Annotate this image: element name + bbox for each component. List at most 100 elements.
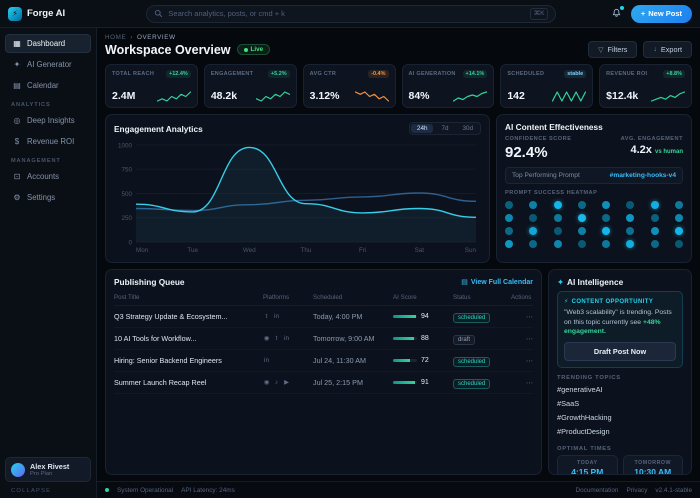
sidebar: ▦ Dashboard ✦ AI Generator ▤ Calendar AN… (0, 28, 97, 498)
trending-topic[interactable]: #SaaS (557, 397, 683, 411)
sidebar-item-label: Deep Insights (27, 116, 75, 125)
brand: ⚡ Forge AI (8, 7, 92, 21)
sidebar-item-ai-generator[interactable]: ✦ AI Generator (5, 55, 91, 74)
engagement-line-chart: 02505007501000MonTueWedThuFriSatSun (114, 139, 481, 255)
view-full-calendar-link[interactable]: ▤ View Full Calendar (461, 278, 533, 286)
breadcrumb-home[interactable]: HOME (105, 34, 126, 41)
plus-icon: + (641, 9, 645, 18)
export-label: Export (661, 45, 682, 54)
trending-topic[interactable]: #ProductDesign (557, 425, 683, 439)
forge-logo-icon: ⚡ (8, 7, 22, 21)
queue-row[interactable]: Hiring: Senior Backend Engineers in Jul … (114, 350, 533, 372)
app-title: Forge AI (27, 8, 65, 19)
privacy-link[interactable]: Privacy (626, 487, 647, 494)
optimal-time-tomorrow: TOMORROW 10:30 AM (623, 455, 684, 475)
global-search[interactable]: ⌘K (146, 5, 556, 23)
heatmap-cell (651, 201, 659, 209)
kpi-label: SCHEDULED (507, 71, 544, 77)
user-card[interactable]: Alex Rivest Pro Plan (5, 457, 91, 482)
row-actions-button[interactable]: ⋯ (511, 356, 533, 365)
score-bar (393, 315, 417, 318)
svg-text:Sun: Sun (465, 247, 477, 254)
row-actions-button[interactable]: ⋯ (511, 312, 533, 321)
heatmap-cell (529, 240, 537, 248)
filters-button[interactable]: ▽ Filters (588, 41, 637, 58)
col-status: Status (453, 294, 507, 301)
tab-7d[interactable]: 7d (435, 124, 454, 133)
trending-topic[interactable]: #GrowthHacking (557, 411, 683, 425)
top-prompt-value[interactable]: #marketing-hooks-v4 (610, 172, 676, 179)
new-post-button[interactable]: + New Post (631, 5, 692, 23)
heatmap-cell (651, 214, 659, 222)
heatmap-cell (505, 201, 513, 209)
dashboard-icon: ▦ (12, 39, 22, 48)
breadcrumb-current: OVERVIEW (137, 34, 176, 41)
tab-30d[interactable]: 30d (456, 124, 479, 133)
row-actions-button[interactable]: ⋯ (511, 378, 533, 387)
kpi-delta-badge: +12.4% (166, 70, 191, 78)
queue-row[interactable]: Q3 Strategy Update & Ecosystem... tin To… (114, 306, 533, 328)
sidebar-item-calendar[interactable]: ▤ Calendar (5, 76, 91, 95)
avatar (11, 463, 25, 477)
queue-row[interactable]: 10 AI Tools for Workflow... ◉tin Tomorro… (114, 328, 533, 350)
confidence-value: 92.4% (505, 144, 571, 161)
prompt-success-heatmap (505, 201, 683, 248)
heatmap-cell (651, 240, 659, 248)
sidebar-item-dashboard[interactable]: ▦ Dashboard (5, 34, 91, 53)
scheduled-time: Today, 4:00 PM (313, 312, 389, 321)
platforms: in (263, 357, 309, 364)
col-scheduled: Scheduled (313, 294, 389, 301)
collapse-button[interactable]: COLLAPSE (5, 482, 91, 494)
post-title: Q3 Strategy Update & Ecosystem... (114, 312, 259, 321)
kpi-label: AI GENERATION (409, 71, 456, 77)
trending-topic[interactable]: #generativeAI (557, 383, 683, 397)
linkedin-icon: in (283, 335, 290, 342)
trending-topics-list: #generativeAI#SaaS#GrowthHacking#Product… (557, 383, 683, 439)
heatmap-cell (675, 227, 683, 235)
new-post-label: New Post (648, 9, 682, 18)
export-icon: ↓ (653, 46, 657, 53)
effectiveness-title: AI Content Effectiveness (505, 122, 603, 132)
sidebar-item-settings[interactable]: ⚙ Settings (5, 188, 91, 207)
platforms: ◉♪▶ (263, 379, 309, 386)
heatmap-cell (602, 227, 610, 235)
kpi-card: ENGAGEMENT +5.2% 48.2k (204, 64, 297, 108)
score-bar (393, 337, 417, 340)
api-latency: API Latency: 24ms (181, 487, 235, 494)
kpi-sparkline (355, 90, 389, 102)
notifications-bell-icon[interactable] (611, 8, 622, 19)
queue-table-body: Q3 Strategy Update & Ecosystem... tin To… (114, 306, 533, 394)
kpi-label: AVG CTR (310, 71, 336, 77)
search-shortcut: ⌘K (530, 8, 549, 20)
kpi-delta-badge: -0.4% (368, 70, 388, 78)
score-fill (393, 381, 415, 384)
score-number: 94 (421, 313, 429, 320)
avg-engagement-label: AVG. ENGAGEMENT (621, 136, 683, 142)
export-button[interactable]: ↓ Export (643, 41, 692, 58)
documentation-link[interactable]: Documentation (575, 487, 618, 494)
draft-post-now-button[interactable]: Draft Post Now (564, 342, 676, 361)
post-title: Hiring: Senior Backend Engineers (114, 356, 259, 365)
avg-engagement-value: 4.2x (631, 144, 652, 156)
heatmap-label: PROMPT SUCCESS HEATMAP (505, 190, 683, 196)
search-area: ⌘K (100, 5, 603, 23)
heatmap-cell (626, 227, 634, 235)
calendar-icon: ▤ (12, 81, 22, 90)
heatmap-cell (554, 240, 562, 248)
search-input[interactable] (168, 9, 524, 18)
kpi-card: REVENUE ROI +8.8% $12.4k (599, 64, 692, 108)
heatmap-cell (602, 201, 610, 209)
tab-24h[interactable]: 24h (411, 124, 434, 133)
ai-score: 88 (393, 335, 449, 342)
confidence-label: CONFIDENCE SCORE (505, 136, 571, 142)
page-title: Workspace Overview (105, 43, 231, 57)
sidebar-item-accounts[interactable]: ⊡ Accounts (5, 167, 91, 186)
sidebar-item-revenue-roi[interactable]: $ Revenue ROI (5, 132, 91, 151)
revenue-roi-icon: $ (12, 137, 22, 146)
sidebar-item-label: Settings (27, 193, 55, 202)
sidebar-item-label: Accounts (27, 172, 59, 181)
row-actions-button[interactable]: ⋯ (511, 334, 533, 343)
sidebar-item-deep-insights[interactable]: ◎ Deep Insights (5, 111, 91, 130)
time-value: 4:15 PM (562, 467, 613, 475)
queue-row[interactable]: Summer Launch Recap Reel ◉♪▶ Jul 25, 2:1… (114, 372, 533, 394)
